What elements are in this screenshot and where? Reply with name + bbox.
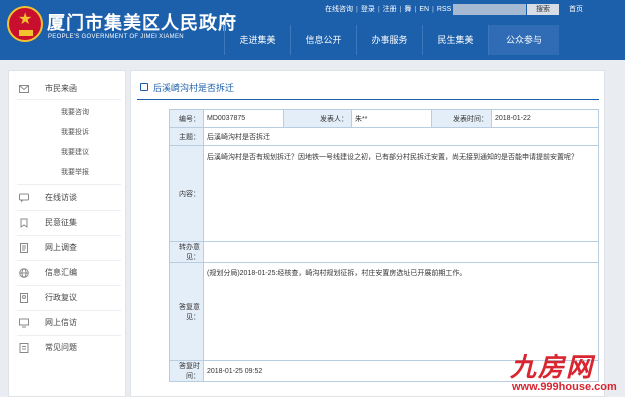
table-row: 答复意见： (规划分局)2018-01-25:经核查，崎沟村规划征拆，村庄安置房… <box>169 262 599 361</box>
sidebar-item-survey[interactable]: 网上调查 <box>45 242 77 254</box>
sidebar-item-petition[interactable]: 网上信访 <box>45 317 77 329</box>
sidebar-item-faq[interactable]: 常见问题 <box>45 342 77 354</box>
sidebar-divider <box>17 235 121 236</box>
page-title-text: 后溪崎沟村是否拆迁 <box>153 83 235 93</box>
transfer-label: 转办意见： <box>169 241 204 263</box>
sidebar-item-compilation[interactable]: 信息汇编 <box>45 267 77 279</box>
poster-value: 朱** <box>351 109 432 128</box>
nav-item-participation[interactable]: 公众参与 <box>488 25 559 55</box>
register-link[interactable]: 注册 <box>380 4 400 16</box>
sidebar-item-opinion[interactable]: 民意征集 <box>45 217 77 229</box>
table-row: 主题： 后溪崎沟村是否拆迁 <box>169 127 599 146</box>
reply-label: 答复意见： <box>169 262 204 361</box>
table-row: 编号： MD0037875 发表人： 朱** 发表时间： 2018-01-22 <box>169 109 599 128</box>
reply-time-label: 答复时间： <box>169 360 204 382</box>
sidebar-item-letters[interactable]: 市民来函 <box>45 83 77 95</box>
login-link[interactable]: 登录 <box>358 4 378 16</box>
question-icon <box>19 343 29 353</box>
main-nav: 走进集美 信息公开 办事服务 民生集美 公众参与 <box>224 25 559 55</box>
home-link[interactable]: 首页 <box>569 4 583 15</box>
sidebar-divider <box>17 210 121 211</box>
sidebar-item-review[interactable]: 行政复议 <box>45 292 77 304</box>
online-consult-link[interactable]: 在线咨询 <box>322 4 356 16</box>
sidebar-divider <box>17 310 121 311</box>
post-time-value: 2018-01-22 <box>491 109 599 128</box>
watermark-logo: 九房网 www.999house.com <box>510 347 620 397</box>
survey-icon <box>20 243 28 253</box>
english-link[interactable]: EN <box>416 4 432 16</box>
watermark-text: 九房网 <box>510 352 595 382</box>
content-value: 后溪崎沟村是否有规划拆迁？因地铁一号线建设之初，已有部分村民拆迁安置，尚无接到通… <box>203 145 599 242</box>
letter-detail-table: 编号： MD0037875 发表人： 朱** 发表时间： 2018-01-22 … <box>169 109 599 382</box>
id-value: MD0037875 <box>203 109 284 128</box>
gavel-icon <box>20 293 28 303</box>
mail-icon <box>19 85 29 93</box>
sidebar-divider <box>17 184 121 185</box>
table-row: 内容： 后溪崎沟村是否有规划拆迁？因地铁一号线建设之初，已有部分村民拆迁安置，尚… <box>169 145 599 242</box>
post-time-label: 发表时间： <box>431 109 492 128</box>
globe-icon <box>19 268 29 278</box>
site-subtitle: PEOPLE'S GOVERNMENT OF JIMEI XIAMEN <box>48 34 184 40</box>
nav-item-info[interactable]: 信息公开 <box>290 25 356 55</box>
content-label: 内容： <box>169 145 204 242</box>
transfer-value <box>203 241 599 263</box>
national-emblem-icon: ★ <box>7 6 43 42</box>
search-button[interactable]: 搜索 <box>527 4 559 15</box>
sidebar-subitem-suggest[interactable]: 我要建议 <box>61 148 89 158</box>
subject-label: 主题： <box>169 127 204 146</box>
sidebar-subitem-report[interactable]: 我要举报 <box>61 168 89 178</box>
site-header: ★ 厦门市集美区人民政府 PEOPLE'S GOVERNMENT OF JIME… <box>0 0 625 60</box>
table-row: 转办意见： <box>169 241 599 263</box>
top-links: 在线咨询 | 登录 | 注册 | 舞 | EN | RSS <box>322 4 454 16</box>
traditional-chinese-link[interactable]: 舞 <box>401 4 414 16</box>
poster-label: 发表人： <box>283 109 352 128</box>
site-title[interactable]: 厦门市集美区人民政府 <box>47 9 237 35</box>
title-marker-icon <box>140 83 148 91</box>
sidebar-divider <box>17 335 121 336</box>
collection-icon <box>20 218 28 228</box>
sidebar-divider <box>17 285 121 286</box>
search-input[interactable] <box>453 4 526 15</box>
sidebar-divider <box>17 260 121 261</box>
rss-link[interactable]: RSS <box>434 4 454 16</box>
sidebar: 市民来函 我要咨询 我要投诉 我要建议 我要举报 在线访谈 民意征集 网上调查 … <box>8 70 126 397</box>
title-underline <box>137 99 599 100</box>
sidebar-subitem-complain[interactable]: 我要投诉 <box>61 128 89 138</box>
subject-value: 后溪崎沟村是否拆迁 <box>203 127 599 146</box>
chat-icon <box>19 193 29 203</box>
monitor-icon <box>19 318 29 328</box>
id-label: 编号： <box>169 109 204 128</box>
nav-item-livelihood[interactable]: 民生集美 <box>422 25 488 55</box>
page-title: 后溪崎沟村是否拆迁 <box>140 82 235 94</box>
reply-value: (规划分局)2018-01-25:经核查，崎沟村规划征拆，村庄安置房选址已开展前… <box>203 262 599 361</box>
sidebar-divider <box>17 99 121 100</box>
nav-item-services[interactable]: 办事服务 <box>356 25 422 55</box>
watermark-url: www.999house.com <box>512 381 617 393</box>
sidebar-subitem-consult[interactable]: 我要咨询 <box>61 108 89 118</box>
nav-item-about[interactable]: 走进集美 <box>224 25 290 55</box>
sidebar-item-interview[interactable]: 在线访谈 <box>45 192 77 204</box>
